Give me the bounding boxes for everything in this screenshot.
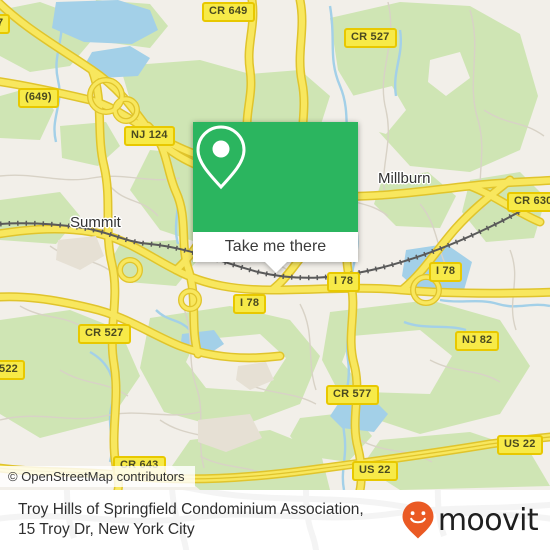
moovit-map-screenshot: Summit Millburn CR 649 CR 527 7 (649) NJ… xyxy=(0,0,550,550)
footer-bar: Troy Hills of Springfield Condominium As… xyxy=(0,490,550,550)
road-shield-us22-a: US 22 xyxy=(352,461,398,481)
road-shield-cr527-s: CR 527 xyxy=(78,324,131,344)
osm-attribution[interactable]: © OpenStreetMap contributors xyxy=(0,466,195,487)
road-shield-i78-a: I 78 xyxy=(327,272,361,292)
place-label-millburn: Millburn xyxy=(378,170,431,187)
location-title-line1: Troy Hills of Springfield Condominium As… xyxy=(18,501,364,518)
popup-pointer-tail xyxy=(264,262,287,273)
road-shield-cr649: CR 649 xyxy=(202,2,255,22)
location-title-line2: 15 Troy Dr, New York City xyxy=(18,521,195,538)
road-shield-cr630: CR 630 xyxy=(507,192,550,212)
moovit-wordmark: moovit xyxy=(437,502,539,538)
road-shield-i78-b: I 78 xyxy=(429,262,463,282)
road-shield-649: (649) xyxy=(18,88,59,108)
road-shield-7: 7 xyxy=(0,14,11,34)
moovit-pin-smile-icon xyxy=(402,501,434,539)
take-me-there-label: Take me there xyxy=(224,238,327,255)
map-canvas[interactable]: Summit Millburn CR 649 CR 527 7 (649) NJ… xyxy=(0,0,550,490)
road-shield-cr527-n: CR 527 xyxy=(344,28,397,48)
popup-pin-area xyxy=(193,122,358,232)
place-label-summit: Summit xyxy=(70,214,121,231)
location-title: Troy Hills of Springfield Condominium As… xyxy=(18,500,364,540)
map-pin-icon xyxy=(196,125,246,190)
road-shield-cr577: CR 577 xyxy=(326,385,379,405)
road-shield-nj82: NJ 82 xyxy=(455,331,500,351)
road-shield-522: 522 xyxy=(0,360,25,380)
moovit-brand[interactable]: moovit xyxy=(401,500,539,540)
road-shield-i78-c: I 78 xyxy=(233,294,267,314)
location-popup-card[interactable]: Take me there xyxy=(193,122,358,273)
take-me-there-button[interactable]: Take me there xyxy=(193,232,358,262)
road-shield-nj124: NJ 124 xyxy=(124,126,175,146)
road-shield-us22-b: US 22 xyxy=(497,435,543,455)
